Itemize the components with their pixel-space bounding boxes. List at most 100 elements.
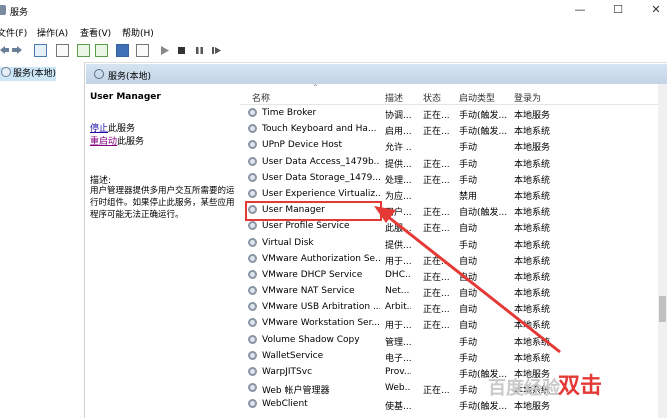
service-description-cell: 用于... [385,321,411,332]
back-arrow-icon[interactable] [0,46,9,54]
column-log-on-as[interactable]: 登录为 [514,91,541,104]
table-row[interactable]: VMware Workstation Ser... 用于... 正在... 自动 本地系… [240,315,660,331]
properties-icon[interactable] [56,44,69,57]
service-name: Touch Keyboard and Ha... [262,124,377,135]
service-startup-type: 自动 [459,289,478,300]
column-name[interactable]: 名称 [252,91,270,104]
menu-help[interactable]: 帮助(H) [122,26,154,39]
pause-icon[interactable] [193,44,206,57]
table-row[interactable]: User Data Access_1479b... 提供... 正在... 手动 本地系… [240,154,660,170]
service-log-on-as: 本地系统 [514,272,551,283]
menu-view[interactable]: 查看(V) [80,26,111,39]
table-row[interactable]: Time Broker 协调... 正在... 手动(触发... 本地服务 [240,105,660,121]
table-row[interactable]: Touch Keyboard and Ha... 启用... 正在... 手动(触发.… [240,121,660,137]
service-startup-type: 手动 [459,240,478,251]
table-row[interactable]: User Data Storage_1479... 处理... 正在... 手动 本地系… [240,170,660,186]
service-startup-type: 手动 [459,159,478,170]
service-gear-icon [248,286,257,296]
column-description[interactable]: 描述 [385,91,403,104]
service-gear-icon [248,221,257,231]
export-list-icon[interactable] [95,44,108,57]
column-status[interactable]: 状态 [423,91,441,104]
services-header: 服务(本地) [86,64,667,84]
table-row[interactable]: VMware Authorization Se... 用于... 正在... 自动 本地… [240,251,660,267]
service-log-on-as: 本地系统 [514,191,551,202]
service-description-cell: Arbit... [385,302,411,313]
column-startup-type[interactable]: 启动类型 [459,91,495,104]
restart-icon[interactable] [210,44,223,57]
service-status: 正在... [423,224,450,235]
service-status: 正在... [423,111,450,121]
table-row[interactable]: VMware USB Arbitration ... Arbit... 正在... 自… [240,299,660,315]
maximize-button[interactable]: ☐ [606,2,630,18]
service-name: UPnP Device Host [262,140,342,151]
service-gear-icon [248,383,257,393]
service-status: 正在... [423,175,450,186]
service-status: 正在... [423,321,450,332]
console-tree: 服务(本地) [0,62,85,418]
tree-item-services-local[interactable]: 服务(本地) [0,67,57,81]
service-name: Volume Shadow Copy [262,334,360,345]
service-log-on-as: 本地服务 [514,402,551,413]
service-name: User Data Access_1479b... [262,156,380,167]
service-description-cell: 用于... [385,256,411,267]
service-name: VMware DHCP Service [262,269,363,280]
watermark: 百度经验 [488,378,560,399]
service-name: VMware Authorization Se... [262,253,380,264]
help-icon[interactable] [116,44,129,57]
service-startup-type: 禁用 [459,191,478,202]
console-icon[interactable] [136,44,149,57]
header-title: 服务(本地) [108,72,152,82]
refresh-icon[interactable] [77,44,90,57]
service-detail-panel: User Manager 停止此服务 重启动此服务 描述: 用户管理器提供多用户… [86,84,238,418]
restart-service-link[interactable]: 重启动 [90,137,117,147]
service-log-on-as: 本地系统 [514,208,551,219]
table-row[interactable]: User Experience Virtualiz... 为应... 禁用 本地系统 [240,186,660,202]
service-name: Time Broker [262,108,317,118]
service-gear-icon [248,140,257,150]
service-gear-icon [248,269,257,279]
service-name: VMware USB Arbitration ... [262,302,380,313]
scroll-thumb[interactable] [659,296,666,322]
menu-action[interactable]: 操作(A) [37,26,68,39]
service-description: 用户管理器提供多用户交互所需要的运行时组件。如果停止此服务，某些应用程序可能无法… [90,186,235,220]
table-row[interactable]: Virtual Disk 提供... 手动 本地系统 [240,235,660,251]
table-row[interactable]: WalletService 电子... 手动 本地系统 [240,348,660,364]
list-scrollbar[interactable] [658,84,667,418]
stop-icon[interactable] [175,44,188,57]
tree-item-label: 服务(本地) [13,69,57,79]
service-status: 正在... [423,289,450,300]
service-log-on-as: 本地服务 [514,111,551,121]
service-log-on-as: 本地系统 [514,305,551,316]
service-log-on-as: 本地系统 [514,256,551,267]
table-row[interactable]: VMware NAT Service Net... 正在... 自动 本地系统 [240,283,660,299]
service-log-on-as: 本地系统 [514,240,551,251]
services-list: ⌃ 名称 描述 状态 启动类型 登录为 Time Broker 协调... 正在..… [240,83,667,418]
service-description-cell: Net... [385,286,410,297]
window-title: 服务 [10,8,29,18]
service-log-on-as: 本地系统 [514,353,551,364]
service-startup-type: 手动 [459,175,478,186]
menu-file[interactable]: 文件(F) [0,26,27,39]
forward-arrow-icon[interactable] [12,46,22,54]
service-name: WarpJITSvc [262,367,313,377]
table-row[interactable]: VMware DHCP Service DHC... 正在... 自动 本地系统 [240,267,660,283]
service-name: WalletService [262,350,324,361]
service-startup-type: 自动 [459,321,478,332]
service-description-cell: 处理... [385,175,411,186]
service-gear-icon [248,156,257,166]
start-icon[interactable] [158,44,171,57]
service-name: Web 帐户管理器 [262,386,330,397]
table-row[interactable]: Volume Shadow Copy 管理... 手动 本地系统 [240,332,660,348]
minimize-button[interactable]: — [568,2,592,18]
service-log-on-as: 本地系统 [514,175,551,186]
table-row[interactable]: UPnP Device Host 允许 ... 手动 本地服务 [240,137,660,153]
service-startup-type: 手动 [459,143,478,154]
show-tree-icon[interactable] [34,44,47,57]
close-button[interactable]: ✕ [644,2,667,18]
service-startup-type: 手动(触发... [459,127,508,138]
service-gear-icon [248,188,257,198]
service-startup-type: 自动(触发... [459,208,508,219]
restart-service-line: 重启动此服务 [90,134,144,147]
stop-service-link[interactable]: 停止 [90,124,108,134]
